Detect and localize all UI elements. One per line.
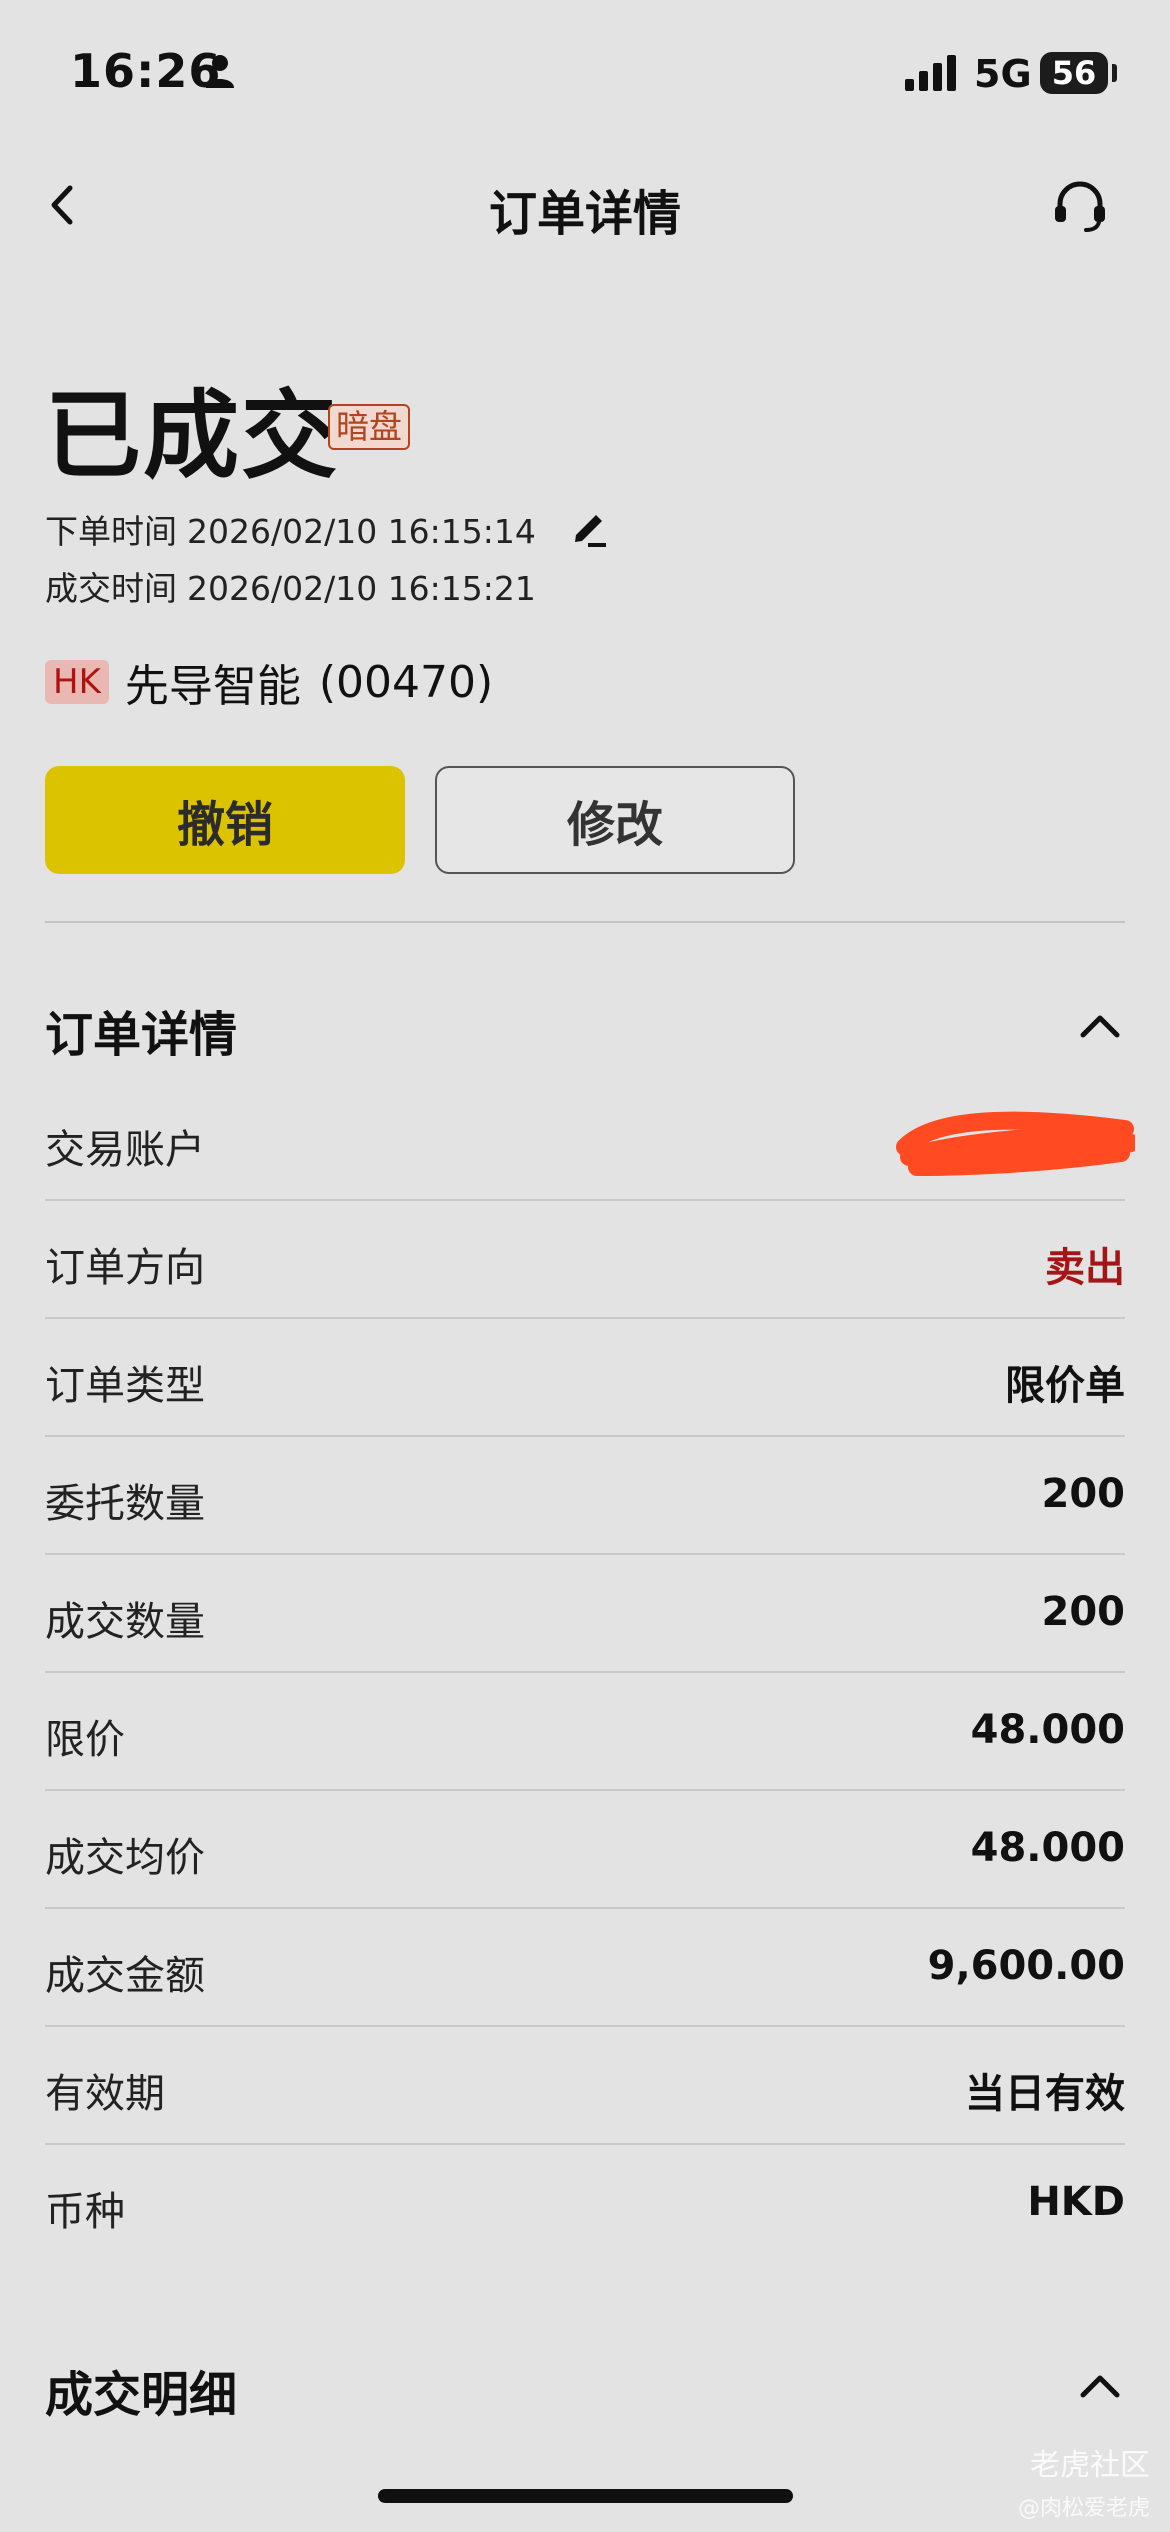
placed-time-row: 下单时间 2026/02/10 16:15:14 [45,505,536,553]
modify-order-button[interactable]: 修改 [435,766,795,874]
detail-value: 48.000 [970,1707,1125,1753]
battery-tip [1112,64,1117,82]
detail-value: 9,600.00 [927,1943,1125,1989]
placed-time-value: 2026/02/10 16:15:14 [187,512,536,551]
person-icon [206,55,234,88]
order-detail-list: 交易账户 订单方向 卖出 订单类型 限价单 委托数量 200 成交数量 200 … [45,1083,1135,2263]
detail-row-amount: 成交金额 9,600.00 [45,1909,1125,2027]
detail-value: 限价单 [1005,1363,1125,1409]
detail-label: 成交数量 [45,1599,205,1645]
status-bar: 16:26 5G 56 [0,0,1170,150]
detail-value: 卖出 [1045,1245,1125,1291]
detail-label: 限价 [45,1717,125,1763]
placed-time-label: 下单时间 [45,512,177,551]
home-indicator[interactable] [378,2489,793,2503]
detail-label: 币种 [45,2189,125,2235]
detail-label: 成交金额 [45,1953,205,1999]
filled-time-row: 成交时间 2026/02/10 16:15:21 [45,562,536,610]
edit-pencil-icon[interactable] [570,505,610,549]
divider [45,921,1125,923]
section-title: 订单详情 [45,1007,238,1063]
detail-row-limit-price: 限价 48.000 [45,1673,1125,1791]
section-title: 成交明细 [45,2367,238,2423]
customer-service-headset-icon[interactable] [1050,176,1110,236]
detail-label: 委托数量 [45,1481,205,1527]
detail-row-order-type: 订单类型 限价单 [45,1319,1125,1437]
signal-icon [905,55,956,91]
dark-pool-badge: 暗盘 [328,404,410,450]
watermark-author: @肉松爱老虎 [1017,2496,1150,2521]
nav-bar: 订单详情 [0,160,1170,250]
detail-value: 当日有效 [965,2071,1125,2117]
status-time: 16:26 [70,44,222,98]
detail-label: 交易账户 [45,1127,205,1173]
battery-indicator: 56 [1040,52,1108,94]
filled-time-label: 成交时间 [45,569,177,608]
detail-row-currency: 币种 HKD [45,2145,1125,2263]
detail-row-order-qty: 委托数量 200 [45,1437,1125,1555]
cancel-order-button[interactable]: 撤销 [45,766,405,874]
watermark-logo: 老虎社区 [1030,2448,1150,2483]
detail-value: HKD [1027,2179,1125,2225]
detail-label: 成交均价 [45,1835,205,1881]
stock-row[interactable]: HK 先导智能 (00470) [45,650,493,714]
filled-time-value: 2026/02/10 16:15:21 [187,569,536,608]
detail-value: 200 [1041,1471,1126,1517]
fills-section-header[interactable]: 成交明细 [45,2345,1125,2425]
detail-label: 有效期 [45,2071,165,2117]
chevron-up-icon[interactable] [1075,2365,1125,2405]
market-badge: HK [45,660,109,704]
order-detail-section-header[interactable]: 订单详情 [45,985,1125,1065]
detail-row-filled-qty: 成交数量 200 [45,1555,1125,1673]
stock-name: 先导智能 [124,661,301,712]
detail-value: 48.000 [970,1825,1125,1871]
chevron-up-icon[interactable] [1075,1005,1125,1045]
stock-code: (00470) [318,656,494,708]
order-status-heading: 已成交 [45,380,339,492]
detail-label: 订单类型 [45,1363,205,1409]
detail-row-avg-price: 成交均价 48.000 [45,1791,1125,1909]
detail-label: 订单方向 [45,1245,205,1291]
detail-row-validity: 有效期 当日有效 [45,2027,1125,2145]
detail-row-direction: 订单方向 卖出 [45,1201,1125,1319]
network-label: 5G [974,52,1032,96]
page-title: 订单详情 [488,186,681,242]
detail-row-account: 交易账户 [45,1083,1135,1201]
detail-value: 200 [1041,1589,1126,1635]
redaction-scribble [896,1111,1135,1176]
